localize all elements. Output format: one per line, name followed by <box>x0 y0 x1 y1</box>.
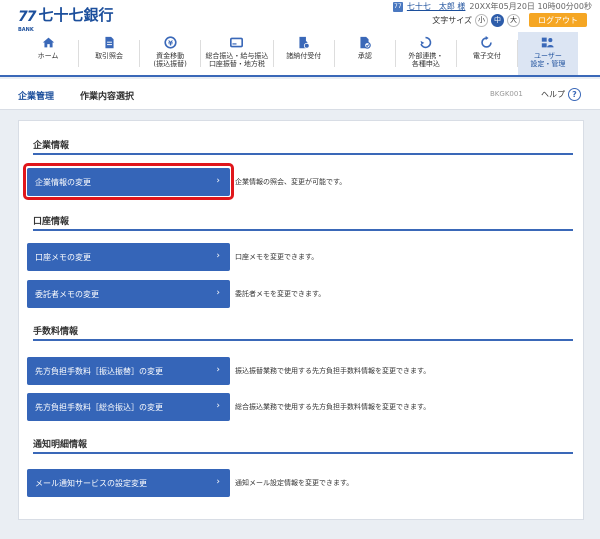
sync-icon <box>481 36 493 48</box>
card-icon <box>230 37 244 48</box>
edit-account-memo-button[interactable]: 口座メモの変更 › <box>27 243 230 271</box>
nav-label: ホーム <box>37 52 59 60</box>
button-label: 委託者メモの変更 <box>35 289 99 299</box>
nav-label: 外部連携・ 各種申込 <box>408 52 444 68</box>
font-size-medium-button[interactable]: 中 <box>491 13 504 27</box>
bank-name: 七十七銀行 <box>38 6 114 24</box>
bank-logo[interactable]: 77 BANK 七十七銀行 <box>18 6 114 33</box>
login-time: 20XX年05月20日 10時00分00秒 <box>469 2 592 11</box>
nav-payment[interactable]: 諸納付受付 <box>274 32 334 75</box>
edit-bulk-transfer-fee-button[interactable]: 先方負担手数料［総合振込］の変更 › <box>27 393 230 421</box>
svg-text:¥: ¥ <box>168 38 173 47</box>
nav-external[interactable]: 外部連携・ 各種申込 <box>396 32 456 75</box>
section-title: 企業情報 <box>33 133 573 155</box>
title-bar: 企業管理 作業内容選択 BKGK001 ヘルプ ? <box>0 79 600 110</box>
nav-e-delivery[interactable]: 電子交付 <box>457 32 517 75</box>
breadcrumb: 企業管理 <box>18 92 55 102</box>
button-label: メール通知サービスの設定変更 <box>35 478 147 488</box>
nav-label: 資金移動 (振込振替) <box>153 52 187 68</box>
approve-icon <box>360 36 372 49</box>
button-description: 企業情報の照会、変更が可能です。 <box>235 178 347 186</box>
button-description: 口座メモを変更できます。 <box>235 253 319 261</box>
pay-icon <box>299 36 310 49</box>
user-name: 七十七 太郎 様 <box>406 2 466 11</box>
header: 77 BANK 七十七銀行 77 七十七 太郎 様 20XX年05月20日 10時… <box>0 0 600 33</box>
button-description: 委託者メモを変更できます。 <box>235 290 326 298</box>
chevron-right-icon: › <box>216 251 220 261</box>
home-icon <box>42 37 54 48</box>
button-label: 先方負担手数料［振込振替］の変更 <box>35 366 163 376</box>
chevron-right-icon: › <box>216 365 220 375</box>
button-label: 先方負担手数料［総合振込］の変更 <box>35 402 163 412</box>
font-size-large-button[interactable]: 大 <box>507 13 520 27</box>
font-size-small-button[interactable]: 小 <box>475 13 488 27</box>
link-icon <box>420 36 432 49</box>
user-badge-icon: 77 <box>392 1 403 12</box>
help-label: ヘルプ <box>541 90 565 99</box>
main-panel: 企業情報 企業情報の変更 › 企業情報の照会、変更が可能です。 口座情報 口座メ… <box>18 120 584 520</box>
section-title: 口座情報 <box>33 209 573 231</box>
help-link[interactable]: ヘルプ ? <box>541 88 581 101</box>
nav-label: 諸納付受付 <box>286 52 322 60</box>
nav-inquiry[interactable]: 取引照会 <box>79 32 139 75</box>
button-description: 総合振込業務で使用する先方負担手数料情報を変更できます。 <box>235 403 431 411</box>
nav-approval[interactable]: 承認 <box>335 32 395 75</box>
chevron-right-icon: › <box>216 401 220 411</box>
user-manage-icon <box>542 37 555 48</box>
chevron-right-icon: › <box>216 477 220 487</box>
help-icon: ? <box>568 88 581 101</box>
button-description: 通知メール設定情報を変更できます。 <box>235 479 354 487</box>
edit-transfer-fee-button[interactable]: 先方負担手数料［振込振替］の変更 › <box>27 357 230 385</box>
nav-label: 電子交付 <box>472 52 501 60</box>
chevron-right-icon: › <box>216 288 220 298</box>
page-title: 作業内容選択 <box>80 92 135 102</box>
edit-consignor-memo-button[interactable]: 委託者メモの変更 › <box>27 280 230 308</box>
logout-button[interactable]: ログアウト <box>529 13 587 27</box>
nav-home[interactable]: ホーム <box>18 32 78 75</box>
nav-user-management[interactable]: ユーザー 設定・管理 <box>517 32 578 75</box>
screen-id: BKGK001 <box>490 90 523 98</box>
font-size-controls: 文字サイズ 小 中 大 ログアウト <box>432 13 587 27</box>
nav-label: ユーザー 設定・管理 <box>530 52 566 68</box>
user-info: 77 七十七 太郎 様 20XX年05月20日 10時00分00秒 <box>392 1 592 12</box>
button-label: 口座メモの変更 <box>35 252 91 262</box>
section-title: 通知明細情報 <box>33 432 573 454</box>
nav-label: 総合振込・給与振込 口座振替・地方税 <box>205 52 269 68</box>
nav-label: 承認 <box>357 52 372 60</box>
nav-transfer[interactable]: ¥ 資金移動 (振込振替) <box>140 32 200 75</box>
chevron-right-icon: › <box>216 176 220 186</box>
button-description: 振込振替業務で使用する先方負担手数料情報を変更できます。 <box>235 367 431 375</box>
logo-mark: 77 BANK <box>18 9 37 33</box>
transfer-icon: ¥ <box>164 36 177 49</box>
font-size-label: 文字サイズ <box>432 15 472 25</box>
mail-notification-settings-button[interactable]: メール通知サービスの設定変更 › <box>27 469 230 497</box>
button-label: 企業情報の変更 <box>35 177 91 187</box>
nav-bulk-transfer[interactable]: 総合振込・給与振込 口座振替・地方税 <box>201 32 273 75</box>
nav-label: 取引照会 <box>95 52 124 60</box>
section-title: 手数料情報 <box>33 319 573 341</box>
global-nav: ホーム 取引照会 ¥ 資金移動 (振込振替) 総合振込・給与振込 口座振替・地方… <box>0 32 600 77</box>
edit-company-info-button[interactable]: 企業情報の変更 › <box>27 168 230 196</box>
document-icon <box>105 36 114 49</box>
